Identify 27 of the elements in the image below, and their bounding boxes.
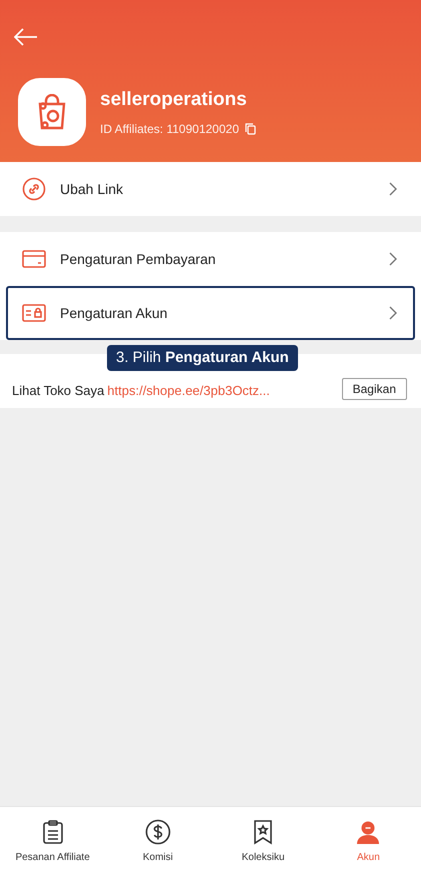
chevron-right-icon [389,252,397,266]
menu-label: Ubah Link [60,180,124,198]
menu-item[interactable]: Pengaturan Pembayaran [6,232,415,286]
menu-label: Pengaturan Pembayaran [60,250,217,269]
share-button[interactable]: Bagikan [342,378,407,400]
nav-tab[interactable]: Pesanan Affiliate [0,807,106,876]
shop-label: Lihat Toko Saya [12,382,104,400]
nav-tab[interactable]: Akun [316,807,421,876]
dollar-icon [144,819,171,845]
copy-icon[interactable] [245,123,256,136]
nav-tab[interactable]: Koleksiku [210,807,316,876]
clipboard-icon [42,819,64,845]
bookmark-icon [253,819,274,845]
chevron-right-icon [389,306,397,320]
menu-label: Pengaturan Akun [60,304,168,323]
link-icon [22,177,46,201]
tooltip: 3. Pilih Pengaturan Akun [107,345,298,371]
card-icon [22,249,46,269]
back-arrow-icon[interactable] [14,28,38,46]
shop-link[interactable]: https://shope.ee/3pb3Octz... [107,380,342,400]
chevron-right-icon [389,182,397,196]
username: selleroperations [100,88,248,112]
menu-item[interactable]: Pengaturan Akun [6,286,415,340]
affiliate-id: ID Affiliates: 11090120020 [100,121,239,138]
id-card-icon [22,303,46,323]
person-icon [355,819,382,845]
nav-tab[interactable]: Komisi [105,807,210,876]
